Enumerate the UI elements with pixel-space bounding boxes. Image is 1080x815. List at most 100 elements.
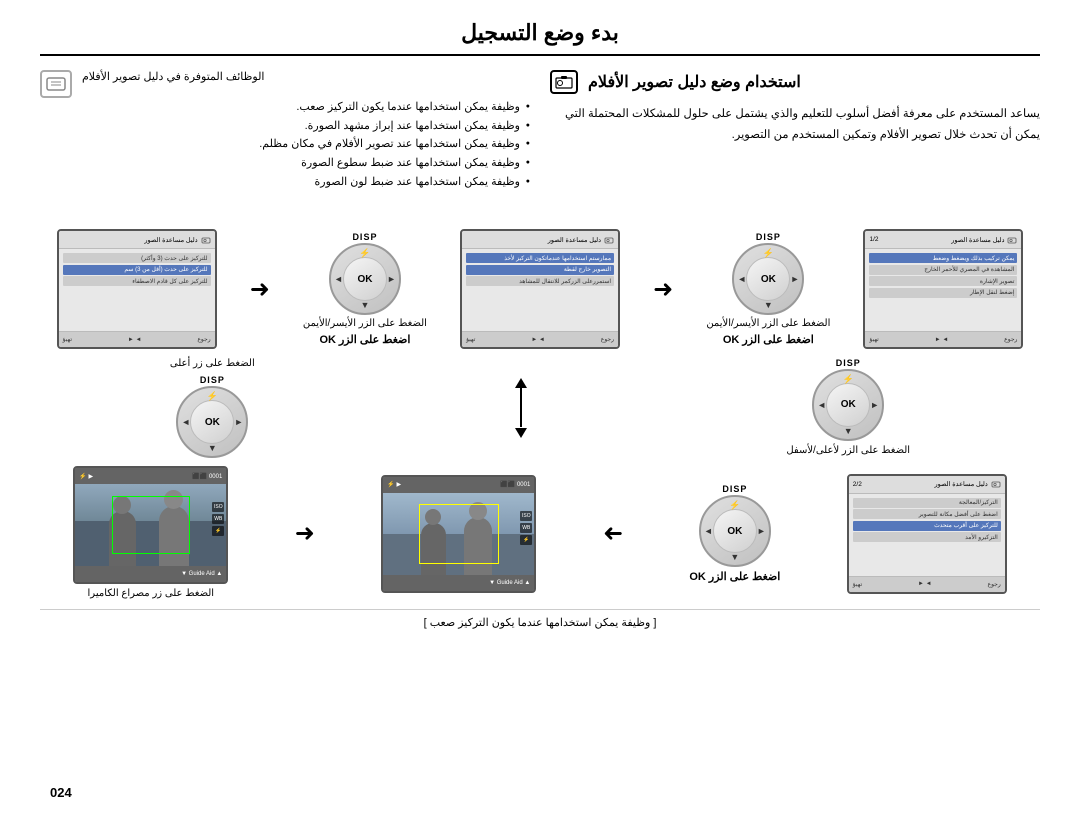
dial-5-top-icon: ⚡ <box>729 500 740 511</box>
caption-camera: الضغط على زر مصراع الكاميرا <box>88 587 215 601</box>
photo-top-bar-1: 0001 ⬛⬛ ▶ ⚡ <box>383 477 534 493</box>
photo-screen-2-cell: 0001 ⬛⬛ ▶ ⚡ <box>73 466 228 601</box>
photo-bottom-text-1: ▲ Guide Aid ▼ <box>489 580 530 586</box>
disp-label-2: DISP <box>352 232 377 242</box>
dial-2-bottom-icon: ▼ <box>360 300 369 310</box>
arrow-dial-1: DISP ⚡ ◄ ► OK ▼ الضغط على الزر الأيسر/ال… <box>706 232 830 346</box>
dial-4-bottom-icon: ▼ <box>208 443 217 453</box>
photo-screen-1: 0001 ⬛⬛ ▶ ⚡ <box>381 475 536 593</box>
dial-4: ⚡ ◄ ► OK ▼ <box>176 386 248 458</box>
functions-area: الوظائف المتوفرة في دليل تصوير الأفلام و… <box>40 70 530 199</box>
lcd3-bottom: رجوع ◄ ► تهيؤ <box>59 331 215 347</box>
lcd2-bottom: رجوع ◄ ► تهيؤ <box>462 331 618 347</box>
dial-1-ok[interactable]: OK <box>746 257 790 301</box>
photo-side-icon-2: WB <box>520 523 532 533</box>
lcd4-bottom: رجوع ◄ ► تهيؤ <box>849 576 1005 592</box>
dial-1-bottom-icon: ▼ <box>764 300 773 310</box>
lcd4-title: دليل مساعدة الصور <box>865 480 988 488</box>
lcd-screen-2: دليل مساعدة الصور ممارستم استخدامها عندم… <box>460 229 620 349</box>
dial-4-right-icon: ► <box>234 417 243 427</box>
top-info-area: استخدام وضع دليل تصوير الأفلام يساعد الم… <box>40 70 1040 199</box>
photo-bottom-bar-2: ▲ Guide Aid ▼ <box>75 566 226 582</box>
lcd2-ok: تهيؤ <box>466 336 475 343</box>
lcd-screen-4-cell: دليل مساعدة الصور 2/2 التركيز/المعالجة ا… <box>847 474 1007 594</box>
arrow-4-5: ➜ <box>603 519 623 548</box>
lcd1-item-1: يمكن تركيب بذلك ويضغط وضعط <box>869 253 1017 263</box>
dial-1-container: DISP ⚡ ◄ ► OK ▼ <box>732 232 804 315</box>
lcd2-body: ممارستم استخدامها عندماتكون التركيز لأخذ… <box>462 249 618 331</box>
bullet-item-5: وظيفة يمكن استخدامها عند ضبط لون الصورة <box>40 173 530 192</box>
photo-top-icons: ▶ ⚡ <box>387 481 401 488</box>
dial-5-ok[interactable]: OK <box>713 509 757 553</box>
lcd4-item-2: اضغط على أفضل مكانة للتصوير <box>853 509 1001 519</box>
bottom-note: [ وظيفة يمكن استخدامها عندما يكون التركي… <box>40 609 1040 629</box>
photo-bottom-bar-1: ▲ Guide Aid ▼ <box>383 575 534 591</box>
dial-5-right-icon: ► <box>757 526 766 536</box>
lcd1-back: رجوع <box>1004 336 1017 343</box>
dial-3-container: DISP ⚡ ◄ ► OK ▼ <box>812 358 884 441</box>
lcd3-item-3: للتركيز على كل قادم الاصطفاء <box>63 276 211 286</box>
top-diagram-row: دليل مساعدة الصور 1/2 يمكن تركيب بذلك وي… <box>40 229 1040 349</box>
photo-screen-1-cell: 0001 ⬛⬛ ▶ ⚡ <box>381 475 536 593</box>
page-number: 024 <box>50 785 72 800</box>
photo-side-icons-1: ISO WB ⚡ <box>520 511 532 545</box>
disp-label-5: DISP <box>722 484 747 494</box>
lcd3-item-2: للتركيز على حدث (أقل من 3) سم <box>63 265 211 275</box>
dial-4-ok[interactable]: OK <box>190 400 234 444</box>
arrow-line <box>520 389 522 427</box>
lcd4-item-1: التركيز/المعالجة <box>853 498 1001 508</box>
main-description: استخدام وضع دليل تصوير الأفلام يساعد الم… <box>550 70 1040 199</box>
lcd2-item-1b: التصوير خارج لقطة <box>466 265 614 275</box>
arrow-2-3: ➜ <box>250 275 270 304</box>
lcd1-ok: تهيؤ <box>869 336 878 343</box>
dial-3-section: DISP ⚡ ◄ ► OK ▼ الضغط على الزر لأعلى/لأس… <box>786 358 910 458</box>
bullet-item-4: وظيفة يمكن استخدامها عند ضبط سطوع الصورة <box>40 154 530 173</box>
dial-1-right-icon: ► <box>790 274 799 284</box>
dial-2-ok[interactable]: OK <box>343 257 387 301</box>
lcd-screen-2-cell: دليل مساعدة الصور ممارستم استخدامها عندم… <box>460 229 620 349</box>
dial-5-container: DISP ⚡ ◄ ► OK ▼ <box>699 484 771 567</box>
dial-4-left-icon: ◄ <box>181 417 190 427</box>
disp-label-4: DISP <box>200 375 225 385</box>
photo-side-icon-1: ISO <box>520 511 532 521</box>
lcd3-title: دليل مساعدة الصور <box>63 236 198 244</box>
dial-3-ok[interactable]: OK <box>826 383 870 427</box>
dial-4-top-icon: ⚡ <box>207 391 218 402</box>
photo-side-icons-2: ISO WB ⚡ <box>212 502 224 536</box>
lcd4-body: التركيز/المعالجة اضغط على أفضل مكانة للت… <box>849 494 1005 576</box>
lcd2-item-1: ممارستم استخدامها عندماتكون التركيز لأخذ <box>466 253 614 263</box>
lcd-top-bar-1: دليل مساعدة الصور 1/2 <box>865 231 1021 249</box>
focus-box-2 <box>112 496 190 554</box>
bullet-item-1: وظيفة يمكن استخدامها عندما يكون التركيز … <box>40 98 530 117</box>
dial-3-bottom-icon: ▼ <box>844 426 853 436</box>
dial-2-container: DISP ⚡ ◄ ► OK ▼ <box>329 232 401 315</box>
dial-1-top-icon: ⚡ <box>763 248 774 259</box>
lcd3-item-1: للتركيز على حدث (3 وأكثر) <box>63 253 211 263</box>
disp-label-3: DISP <box>836 358 861 368</box>
dial-5-left-icon: ◄ <box>704 526 713 536</box>
arrow-down <box>515 428 527 438</box>
bullet-list: وظيفة يمكن استخدامها عندما يكون التركيز … <box>40 98 530 191</box>
lcd-screen-1: دليل مساعدة الصور 1/2 يمكن تركيب بذلك وي… <box>863 229 1023 349</box>
photo-bottom-text-2: ▲ Guide Aid ▼ <box>181 571 222 577</box>
photo-top-left-2: 0001 ⬛⬛ <box>192 473 222 480</box>
lcd-screen-4: دليل مساعدة الصور 2/2 التركيز/المعالجة ا… <box>847 474 1007 594</box>
caption-ok-1: اضغط على الزر OK <box>723 333 814 346</box>
arrow-1-2: ➜ <box>653 275 673 304</box>
dial-3-top-icon: ⚡ <box>843 374 854 385</box>
lcd3-nav: ◄ ► <box>128 337 142 343</box>
caption-lr-2: الضغط على الزر الأيسر/الأيمن <box>303 317 427 331</box>
dial-4-container: DISP ⚡ ◄ ► OK ▼ <box>176 375 248 458</box>
lcd1-item-2: المشاهدة في المصري للأحمر الخارج <box>869 265 1017 275</box>
lcd-screen-1-cell: دليل مساعدة الصور 1/2 يمكن تركيب بذلك وي… <box>863 229 1023 349</box>
lcd-top-bar-4: دليل مساعدة الصور 2/2 <box>849 476 1005 494</box>
caption-ok-2: اضغط على الزر OK <box>319 333 410 346</box>
arrow-5-6: ➜ <box>295 519 315 548</box>
diagrams-layout: دليل مساعدة الصور 1/2 يمكن تركيب بذلك وي… <box>40 217 1040 629</box>
focus-box-1 <box>419 504 499 564</box>
lcd2-item-2: استمررعلى الزركمر للانتقال للمشاهد <box>466 276 614 286</box>
photo-side-icon-4: ISO <box>212 502 224 512</box>
lcd2-title: دليل مساعدة الصور <box>466 236 601 244</box>
lcd1-bottom: رجوع ◄ ► تهيؤ <box>865 331 1021 347</box>
lcd-screen-3: دليل مساعدة الصور للتركيز على حدث (3 وأك… <box>57 229 217 349</box>
